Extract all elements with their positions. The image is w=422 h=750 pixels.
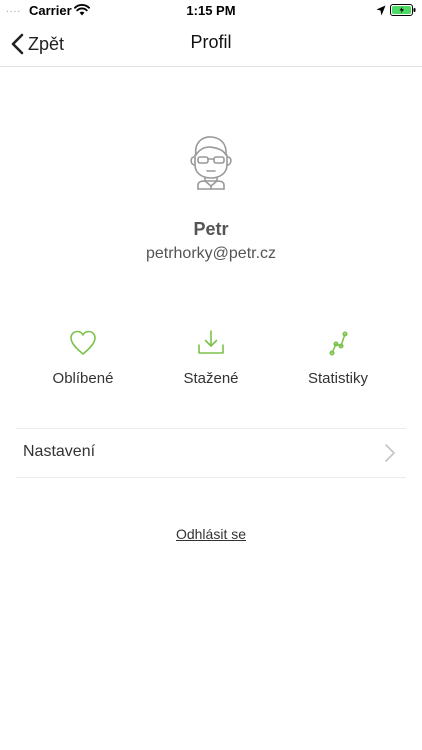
divider (16, 477, 406, 478)
statistics-button[interactable]: Statistiky (278, 328, 398, 387)
user-email: petrhorky@petr.cz (145, 245, 277, 262)
page-title: Profil (190, 32, 232, 52)
stats-icon (323, 328, 353, 358)
favorites-label: Oblíbené (52, 370, 114, 387)
location-arrow-icon (376, 4, 386, 19)
avatar-icon (186, 133, 236, 191)
battery-icon (390, 4, 416, 19)
downloads-button[interactable]: Stažené (151, 328, 271, 387)
downloads-label: Stažené (183, 370, 239, 387)
heart-icon (68, 328, 98, 358)
navigation-bar: Zpět Profil (0, 22, 422, 67)
download-icon (196, 328, 226, 358)
settings-label: Nastavení (23, 443, 96, 460)
logout-link[interactable]: Odhlásit se (0, 526, 422, 542)
favorites-button[interactable]: Oblíbené (23, 328, 143, 387)
user-name: Petr (193, 219, 229, 239)
settings-row[interactable]: Nastavení (16, 429, 406, 477)
statistics-label: Statistiky (307, 370, 368, 387)
chevron-right-icon (384, 443, 396, 463)
status-bar: .... Carrier 1:15 PM (0, 0, 422, 22)
status-time: 1:15 PM (186, 3, 236, 18)
